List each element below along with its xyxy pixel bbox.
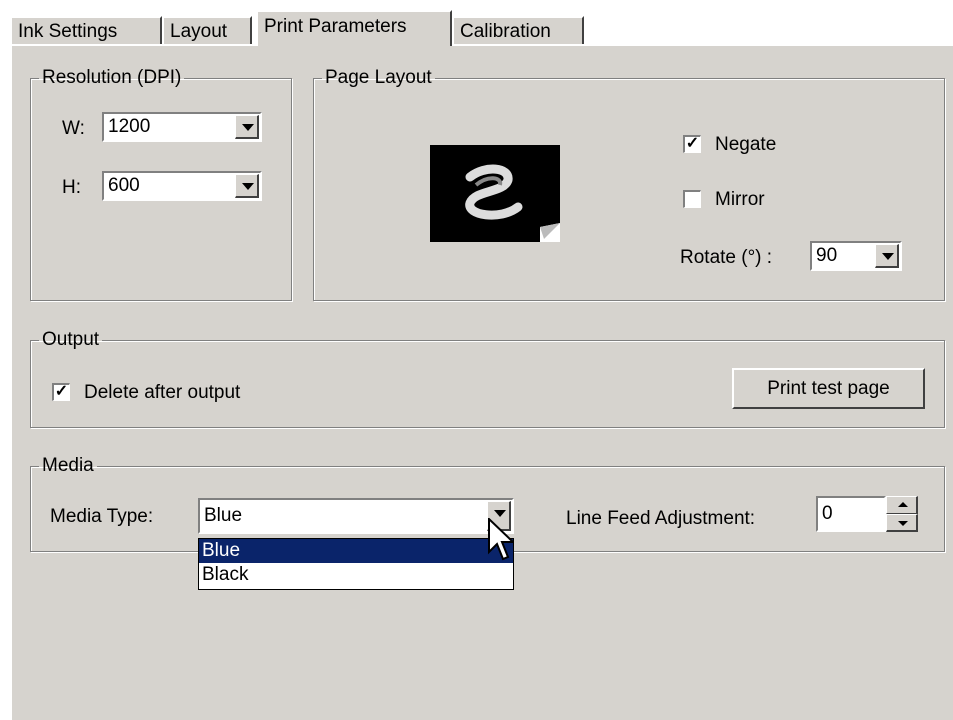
spin-down-button[interactable] [886, 514, 918, 532]
page-layout-legend: Page Layout [325, 67, 432, 88]
tab-print-parameters[interactable]: Print Parameters [256, 10, 452, 46]
rotate-label: Rotate (°) : [680, 247, 773, 268]
line-feed-label: Line Feed Adjustment: [566, 508, 756, 529]
width-dpi-select[interactable]: 1200 [102, 112, 262, 142]
height-dpi-value: 600 [108, 175, 140, 196]
page-preview-image [430, 145, 560, 242]
resolution-legend: Resolution (DPI) [42, 67, 182, 88]
media-option-blue[interactable]: Blue [199, 539, 513, 563]
delete-after-output-label: Delete after output [84, 382, 241, 403]
spin-up-button[interactable] [886, 496, 918, 514]
delete-after-output-checkbox[interactable]: ✓ [52, 383, 70, 401]
line-feed-spinner[interactable] [886, 496, 918, 532]
media-legend: Media [42, 455, 94, 476]
media-type-dropdown-list[interactable]: Blue Black [198, 538, 514, 590]
media-type-value: Blue [204, 505, 243, 526]
line-feed-value: 0 [822, 503, 833, 524]
media-type-label: Media Type: [50, 506, 154, 527]
media-option-black[interactable]: Black [199, 563, 513, 587]
output-legend: Output [42, 329, 100, 350]
rotate-select[interactable]: 90 [810, 241, 902, 271]
width-label: W: [62, 118, 85, 139]
mirror-label: Mirror [715, 189, 765, 210]
tab-ink-settings[interactable]: Ink Settings [10, 16, 162, 44]
tab-calibration[interactable]: Calibration [452, 16, 584, 44]
media-type-select[interactable]: Blue [198, 498, 514, 534]
tab-layout[interactable]: Layout [162, 16, 252, 44]
chevron-down-icon[interactable] [875, 244, 899, 268]
negate-checkbox[interactable]: ✓ [683, 135, 701, 153]
height-dpi-select[interactable]: 600 [102, 171, 262, 201]
mirror-checkbox[interactable] [683, 190, 701, 208]
rotate-value: 90 [816, 245, 838, 266]
chevron-down-icon[interactable] [235, 115, 259, 139]
print-test-page-button[interactable]: Print test page [732, 368, 925, 409]
chevron-down-icon[interactable] [235, 174, 259, 198]
height-label: H: [62, 177, 81, 198]
negate-label: Negate [715, 134, 777, 155]
mouse-cursor-icon [488, 518, 514, 561]
width-dpi-value: 1200 [108, 116, 151, 137]
line-feed-input[interactable]: 0 [816, 496, 886, 532]
